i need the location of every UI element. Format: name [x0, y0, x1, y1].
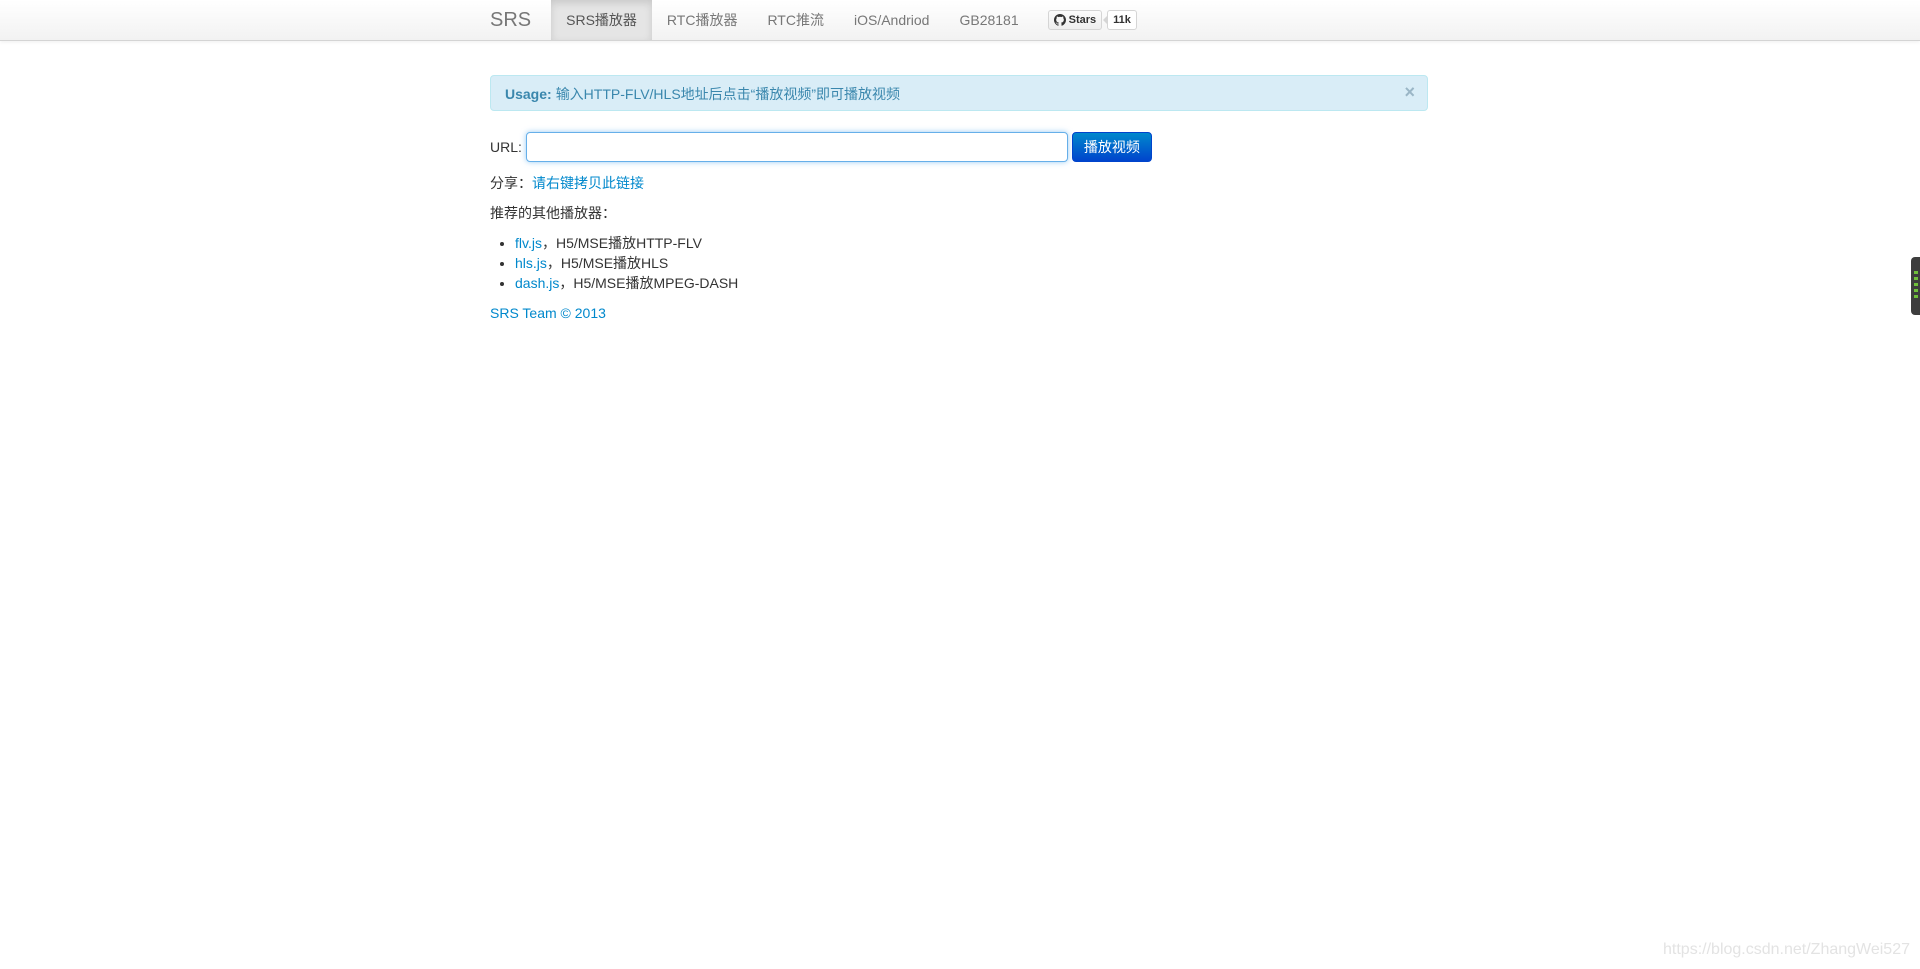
- dashjs-link[interactable]: dash.js: [515, 275, 559, 291]
- list-item-desc: ，H5/MSE播放HTTP-FLV: [541, 235, 702, 251]
- github-stars-widget: Stars 11k: [1047, 0, 1137, 40]
- indicator-bar: [1914, 277, 1918, 280]
- usage-alert: Usage: 输入HTTP-FLV/HLS地址后点击“播放视频”即可播放视频 ×: [490, 75, 1428, 111]
- flvjs-link[interactable]: flv.js: [515, 235, 542, 251]
- list-item: flv.js，H5/MSE播放HTTP-FLV: [515, 233, 738, 253]
- nav-item-rtc-publish[interactable]: RTC推流: [752, 0, 839, 40]
- close-icon[interactable]: ×: [1404, 76, 1415, 108]
- nav-item-ios-android[interactable]: iOS/Andriod: [839, 0, 944, 40]
- indicator-bar: [1914, 289, 1918, 292]
- nav-item-rtc-player[interactable]: RTC播放器: [652, 0, 753, 40]
- indicator-bar: [1914, 295, 1918, 298]
- alert-title: Usage:: [505, 86, 552, 102]
- brand-logo[interactable]: SRS: [490, 0, 551, 40]
- list-item: dash.js，H5/MSE播放MPEG-DASH: [515, 273, 738, 293]
- watermark: https://blog.csdn.net/ZhangWei527: [1663, 941, 1910, 958]
- url-input[interactable]: [525, 132, 1068, 162]
- play-video-button[interactable]: 播放视频: [1071, 132, 1152, 162]
- indicator-bar: [1914, 283, 1918, 286]
- share-row: 分享：请右键拷贝此链接: [490, 174, 644, 192]
- url-label: URL:: [490, 139, 522, 155]
- alert-message: 输入HTTP-FLV/HLS地址后点击“播放视频”即可播放视频: [555, 86, 900, 102]
- url-row: URL: 播放视频: [490, 132, 1152, 162]
- share-link[interactable]: 请右键拷贝此链接: [532, 175, 644, 191]
- github-icon: [1053, 14, 1066, 26]
- hlsjs-link[interactable]: hls.js: [515, 255, 547, 271]
- navbar-container: SRS SRS播放器 RTC播放器 RTC推流 iOS/Andriod GB28…: [490, 0, 1137, 40]
- list-item-desc: ，H5/MSE播放MPEG-DASH: [559, 275, 739, 291]
- nav-item-srs-player[interactable]: SRS播放器: [551, 0, 652, 40]
- share-label: 分享：: [490, 175, 532, 191]
- top-navbar: SRS SRS播放器 RTC播放器 RTC推流 iOS/Andriod GB28…: [0, 0, 1920, 41]
- github-stars-button[interactable]: Stars: [1047, 10, 1103, 30]
- recommend-list: flv.js，H5/MSE播放HTTP-FLV hls.js，H5/MSE播放H…: [490, 233, 738, 293]
- github-stars-count[interactable]: 11k: [1103, 10, 1137, 30]
- list-item-desc: ，H5/MSE播放HLS: [546, 255, 669, 271]
- nav-item-gb28181[interactable]: GB28181: [944, 0, 1033, 40]
- list-item: hls.js，H5/MSE播放HLS: [515, 253, 738, 273]
- recommend-title: 推荐的其他播放器：: [490, 205, 616, 221]
- indicator-bar: [1914, 271, 1918, 274]
- footer: SRS Team © 2013: [490, 304, 606, 322]
- github-stars-label: Stars: [1068, 14, 1097, 26]
- footer-link[interactable]: SRS Team © 2013: [490, 305, 606, 321]
- side-panel-tab[interactable]: [1911, 257, 1920, 315]
